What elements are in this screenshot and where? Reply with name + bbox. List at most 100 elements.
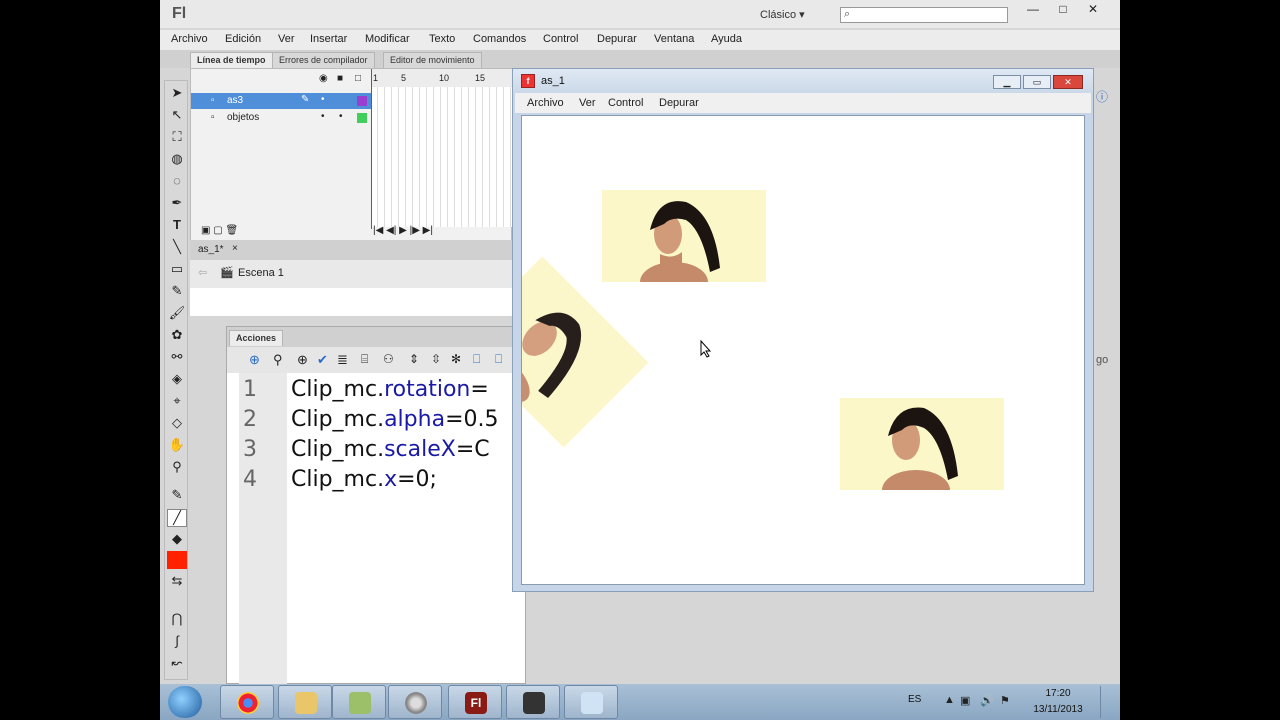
auto-format-icon[interactable]: ≣ [337, 352, 348, 368]
stage-area[interactable] [190, 288, 512, 316]
comment-icon[interactable]: ⎕ [473, 352, 480, 367]
clock-date[interactable]: 13/11/2013 [1022, 704, 1094, 715]
menu-ver[interactable]: Ver [278, 33, 295, 45]
code-line[interactable]: Clip_mc.rotation= [291, 377, 489, 402]
fill-swatch[interactable] [167, 551, 187, 569]
code-line[interactable]: Clip_mc.x=0; [291, 467, 437, 492]
zoom-tool-icon[interactable]: ⚲ [167, 459, 187, 477]
smooth-icon[interactable]: ∫ [167, 633, 187, 651]
debug-options-icon[interactable]: ⚇ [383, 352, 394, 366]
playhead[interactable] [371, 69, 372, 229]
taskbar-notes[interactable] [564, 685, 618, 719]
swap-colors-icon[interactable]: ⇆ [167, 573, 187, 591]
add-statement-icon[interactable]: ⊕ [249, 352, 260, 368]
find-icon[interactable]: ⚲ [273, 352, 283, 368]
fill-color-icon[interactable]: ◆ [167, 531, 187, 549]
expand-all-icon[interactable]: ✻ [451, 352, 461, 366]
menu-edicion[interactable]: Edición [225, 33, 261, 45]
network-icon[interactable]: ▣ [960, 694, 974, 708]
language-indicator[interactable]: ES [908, 694, 921, 705]
menu-comandos[interactable]: Comandos [473, 33, 526, 45]
stroke-color-icon[interactable]: ✎ [167, 487, 187, 505]
straighten-icon[interactable]: ↜ [167, 655, 187, 673]
volume-icon[interactable]: 🔊 [980, 694, 994, 708]
frame-ruler[interactable]: 1 5 10 15 [371, 69, 513, 87]
menu-archivo[interactable]: Archivo [171, 33, 208, 45]
menu-control[interactable]: Control [543, 33, 578, 45]
show-desktop-button[interactable] [1100, 686, 1118, 718]
swf-stage[interactable] [521, 115, 1085, 585]
tab-timeline[interactable]: Línea de tiempo [190, 52, 273, 68]
menu-ayuda[interactable]: Ayuda [711, 33, 742, 45]
menu-archivo[interactable]: Archivo [527, 97, 564, 109]
code-line[interactable]: Clip_mc.scaleX=C [291, 437, 490, 462]
help-icon[interactable]: ⓘ [1096, 88, 1108, 105]
close-icon[interactable]: ✕ [1078, 2, 1108, 18]
tray-arrow-icon[interactable]: ▲ [944, 694, 958, 708]
start-button-icon[interactable] [168, 686, 202, 718]
menu-modificar[interactable]: Modificar [365, 33, 410, 45]
maximize-icon[interactable]: ▭ [1023, 75, 1051, 89]
menu-depurar[interactable]: Depurar [597, 33, 637, 45]
flag-icon[interactable]: ⚑ [1000, 694, 1014, 708]
pencil-icon[interactable]: ✎ [167, 283, 187, 301]
lock-icon[interactable]: ■ [337, 73, 343, 84]
close-icon[interactable]: ✕ [1053, 75, 1083, 89]
doc-tab[interactable]: as_1* [198, 244, 224, 255]
stroke-swatch[interactable]: ╱ [167, 509, 187, 527]
check-syntax-icon[interactable]: ✔ [317, 352, 328, 368]
frame-grid[interactable] [371, 87, 513, 227]
new-layer-icon[interactable]: ▣ ▢ 🗑 [201, 225, 238, 236]
menu-texto[interactable]: Texto [429, 33, 455, 45]
maximize-icon[interactable]: □ [1048, 2, 1078, 18]
taskbar-media[interactable] [388, 685, 442, 719]
eyedropper-icon[interactable]: ⌖ [167, 393, 187, 411]
brush-icon[interactable]: 🖌 [167, 305, 187, 323]
code-line[interactable]: Clip_mc.alpha=0.5 [291, 407, 498, 432]
selection-tool-icon[interactable]: ➤ [167, 85, 187, 103]
layer-objetos[interactable]: ▫ objetos • • [191, 110, 371, 126]
3d-rotation-icon[interactable]: ◍ [167, 151, 187, 169]
comment-line-icon[interactable]: ⎕ [495, 352, 502, 367]
paint-bucket-icon[interactable]: ◈ [167, 371, 187, 389]
taskbar-flash[interactable]: Fl [448, 685, 502, 719]
workspace-switcher[interactable]: Clásico ▾ [760, 8, 805, 21]
playback-controls[interactable]: |◀ ◀| ▶ |▶ ▶| [373, 225, 433, 236]
hand-tool-icon[interactable]: ✋ [167, 437, 187, 455]
lasso-icon[interactable]: ◌ [167, 173, 187, 191]
code-hint-icon[interactable]: ⌸ [361, 352, 368, 367]
tab-compiler-errors[interactable]: Errores de compilador [272, 52, 375, 68]
clock-time[interactable]: 17:20 [1028, 688, 1088, 699]
collapse-selection-icon[interactable]: ⇳ [431, 352, 441, 366]
deco-tool-icon[interactable]: ✿ [167, 327, 187, 345]
menu-ver[interactable]: Ver [579, 97, 596, 109]
help-search-input[interactable]: ⌕ [840, 7, 1008, 23]
eye-icon[interactable]: ◉ [319, 73, 328, 84]
close-tab-icon[interactable]: × [232, 243, 238, 254]
taskbar-chrome[interactable] [220, 685, 274, 719]
taskbar-explorer[interactable] [278, 685, 332, 719]
collapse-icon[interactable]: ⇕ [409, 352, 419, 366]
line-tool-icon[interactable]: ╲ [167, 239, 187, 257]
menu-ventana[interactable]: Ventana [654, 33, 694, 45]
menu-insertar[interactable]: Insertar [310, 33, 347, 45]
eraser-icon[interactable]: ◇ [167, 415, 187, 433]
taskbar-camera[interactable] [506, 685, 560, 719]
scene-label[interactable]: Escena 1 [238, 267, 284, 279]
subselection-tool-icon[interactable]: ↖ [167, 107, 187, 125]
tab-motion-editor[interactable]: Editor de movimiento [383, 52, 482, 68]
free-transform-icon[interactable]: ⛶ [167, 129, 187, 147]
minimize-icon[interactable]: ▁ [993, 75, 1021, 89]
back-arrow-icon[interactable]: ⇦ [198, 266, 207, 279]
outline-icon[interactable]: □ [355, 73, 361, 84]
tab-actions[interactable]: Acciones [229, 330, 284, 346]
text-tool-icon[interactable]: T [167, 217, 187, 235]
rectangle-tool-icon[interactable]: ▭ [167, 261, 187, 279]
menu-control[interactable]: Control [608, 97, 643, 109]
layer-as3[interactable]: ▫ as3 ✎ • [191, 93, 371, 109]
menu-depurar[interactable]: Depurar [659, 97, 699, 109]
snap-magnet-icon[interactable]: ⋂ [167, 611, 187, 629]
pen-tool-icon[interactable]: ✒ [167, 195, 187, 213]
taskbar-app[interactable] [332, 685, 386, 719]
target-icon[interactable]: ⊕ [297, 352, 308, 368]
